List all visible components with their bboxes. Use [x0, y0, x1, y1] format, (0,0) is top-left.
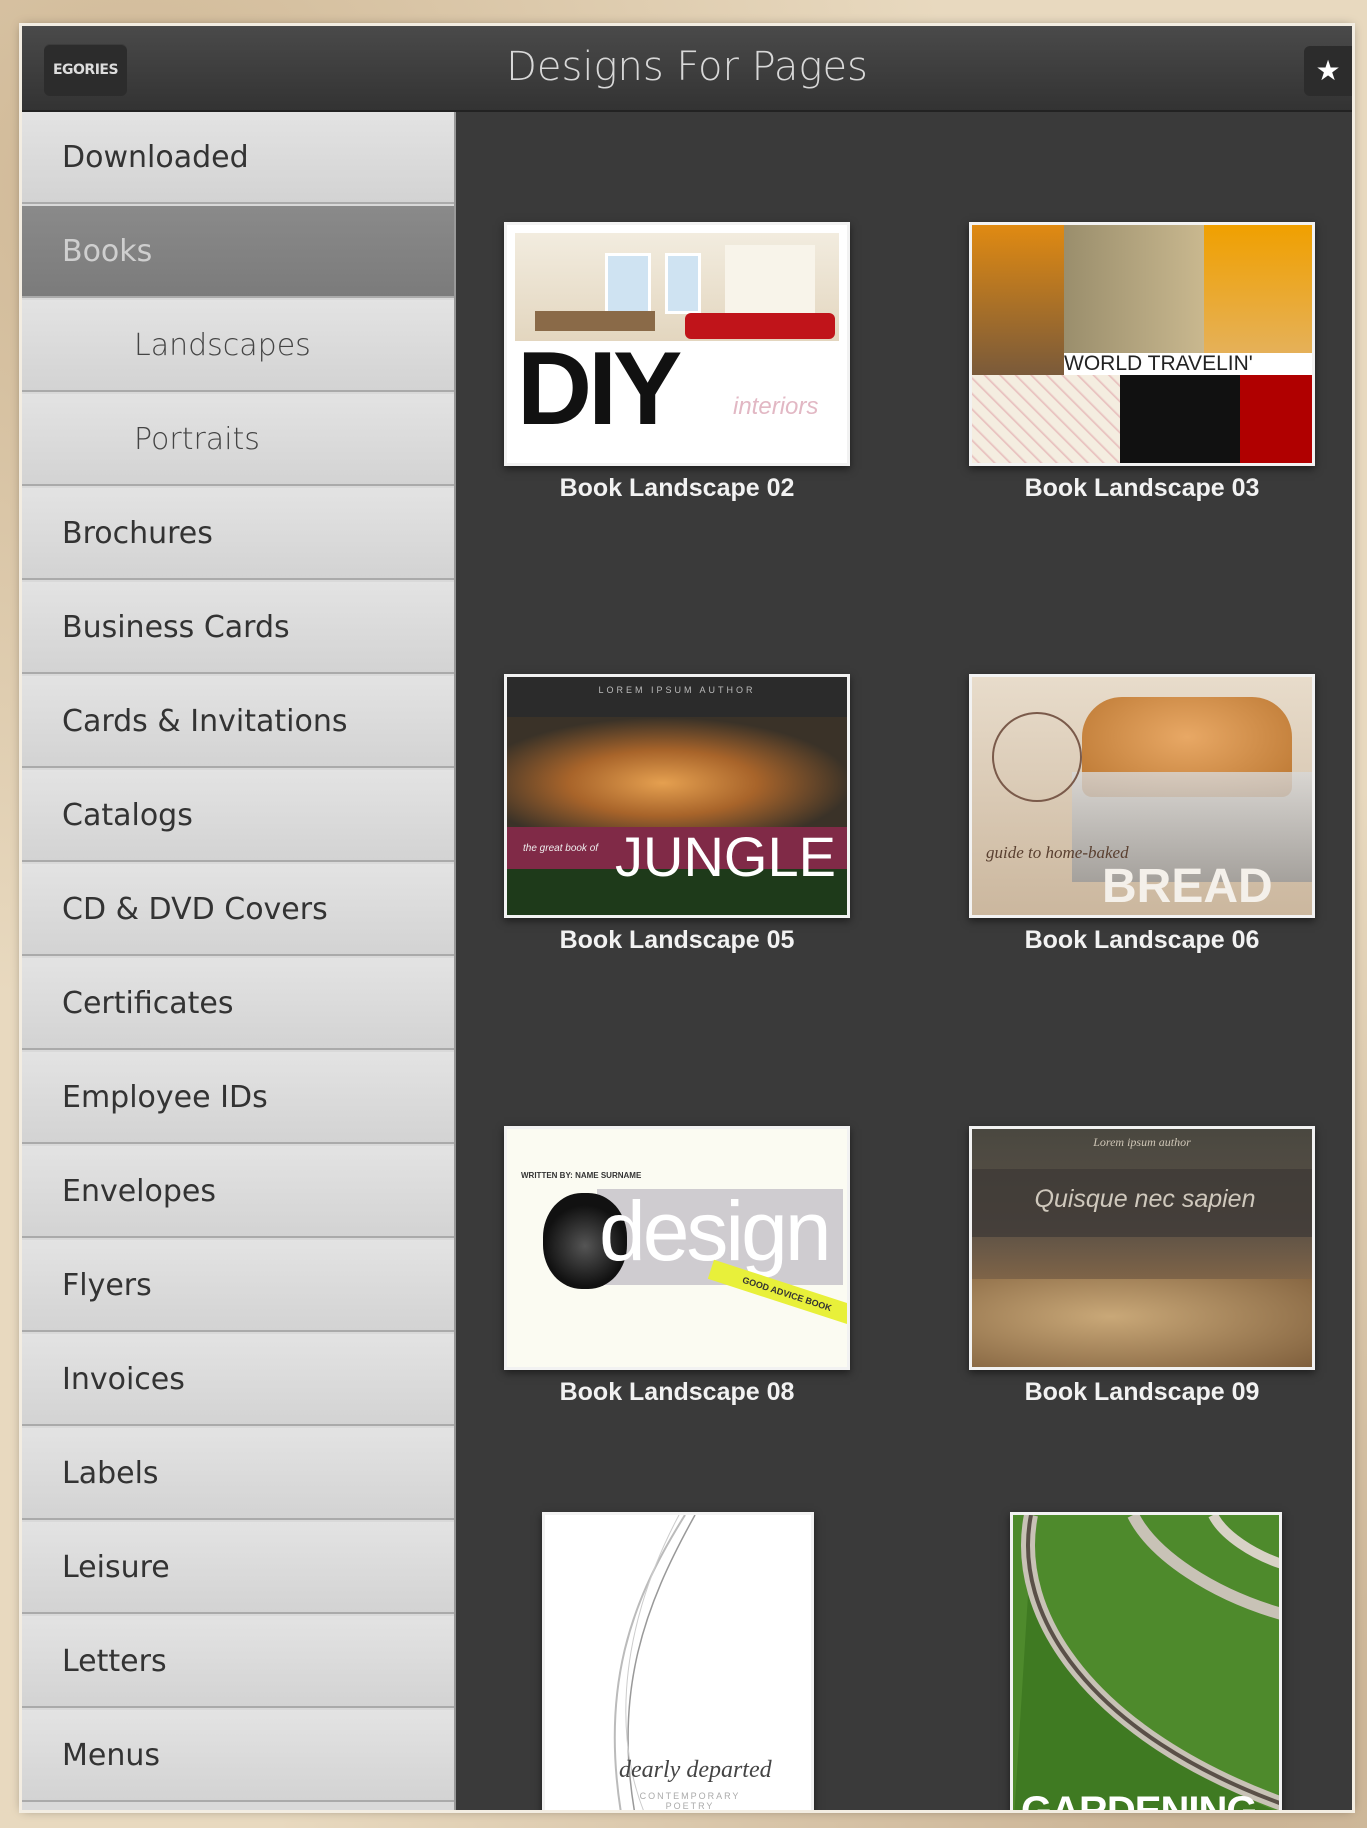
- cover-author: WRITTEN BY: NAME SURNAME: [521, 1171, 642, 1180]
- sidebar-item-menus[interactable]: Menus: [22, 1710, 454, 1802]
- cover-title: WORLD TRAVELIN': [1064, 353, 1312, 375]
- sidebar-item-labels[interactable]: Labels: [22, 1428, 454, 1520]
- template-caption: Book Landscape 09: [1024, 1378, 1260, 1406]
- categories-button[interactable]: EGORIES: [44, 44, 127, 96]
- sidebar-item-catalogs[interactable]: Catalogs: [22, 770, 454, 862]
- sidebar-item-landscapes[interactable]: Landscapes: [22, 300, 454, 392]
- sidebar-item-business-cards[interactable]: Business Cards: [22, 582, 454, 674]
- sidebar-item-cards-invitations[interactable]: Cards & Invitations: [22, 676, 454, 768]
- cover-subtitle: interiors: [733, 393, 819, 420]
- sidebar-item-leisure[interactable]: Leisure: [22, 1522, 454, 1614]
- statue-photo: [972, 225, 1064, 375]
- template-tile-landscape-03[interactable]: WORLD TRAVELIN' Book Landscape 03: [969, 222, 1352, 502]
- cover-title: Quisque nec sapien: [1034, 1185, 1256, 1213]
- template-grid: DIY interiors Book Landscape 02 WORLD TR…: [454, 112, 1352, 1810]
- page-title: Designs For Pages: [506, 44, 868, 90]
- template-caption: Book Landscape 02: [559, 474, 795, 502]
- sidebar-item-envelopes[interactable]: Envelopes: [22, 1146, 454, 1238]
- tower-photo: [1204, 225, 1312, 355]
- template-thumbnail[interactable]: dearly departed CONTEMPORARY POETRY: [542, 1512, 814, 1810]
- building-photo: [1064, 225, 1204, 355]
- cover-title: GARDENING: [1021, 1789, 1257, 1810]
- sidebar-item-letters[interactable]: Letters: [22, 1616, 454, 1708]
- navigation-bar: EGORIES Designs For Pages ★: [22, 26, 1352, 112]
- animals-photo: [972, 1279, 1312, 1367]
- template-thumbnail[interactable]: WORLD TRAVELIN': [969, 222, 1315, 466]
- room-photo: [515, 233, 839, 341]
- sidebar-item-downloaded[interactable]: Downloaded: [22, 112, 454, 204]
- template-tile-landscape-06[interactable]: guide to home-baked BREAD Book Landscape…: [969, 674, 1352, 954]
- cover-author: LOREM IPSUM AUTHOR: [598, 685, 756, 695]
- template-caption: Book Landscape 08: [559, 1378, 795, 1406]
- template-caption: Book Landscape 06: [1024, 926, 1260, 954]
- sidebar-item-portraits[interactable]: Portraits: [22, 394, 454, 486]
- template-thumbnail[interactable]: DIY interiors: [504, 222, 850, 466]
- sidebar-item-employee-ids[interactable]: Employee IDs: [22, 1052, 454, 1144]
- cover-author: Lorem ipsum author: [1093, 1135, 1191, 1149]
- sidebar-item-brochures[interactable]: Brochures: [22, 488, 454, 580]
- badge-circle: [992, 712, 1082, 802]
- template-caption: Book Landscape 05: [559, 926, 795, 954]
- cover-title: dearly departed: [619, 1757, 772, 1783]
- cover-title: BREAD: [1102, 860, 1273, 913]
- cover-title: JUNGLE: [615, 825, 836, 888]
- garden-photo: [1013, 1515, 1279, 1810]
- cover-subtitle: CONTEMPORARY POETRY: [639, 1791, 741, 1810]
- map-photo: [972, 375, 1120, 463]
- sidebar-item-certificates[interactable]: Certificates: [22, 958, 454, 1050]
- sidebar-item-books[interactable]: Books: [22, 206, 454, 298]
- sidebar-item-flyers[interactable]: Flyers: [22, 1240, 454, 1332]
- template-thumbnail[interactable]: WRITTEN BY: NAME SURNAME design GOOD ADV…: [504, 1126, 850, 1370]
- template-tile-portrait-01[interactable]: dearly departed CONTEMPORARY POETRY: [542, 1512, 814, 1810]
- template-thumbnail[interactable]: GARDENING: [1010, 1512, 1282, 1810]
- template-tile-portrait-02[interactable]: GARDENING: [1010, 1512, 1282, 1810]
- sidebar-item-invoices[interactable]: Invoices: [22, 1334, 454, 1426]
- category-sidebar: Downloaded Books Landscapes Portraits Br…: [22, 112, 456, 1810]
- sidebar-item-cd-dvd-covers[interactable]: CD & DVD Covers: [22, 864, 454, 956]
- template-thumbnail[interactable]: guide to home-baked BREAD: [969, 674, 1315, 918]
- tiger-photo: [507, 717, 847, 827]
- cover-subtitle: the great book of: [523, 843, 599, 854]
- template-tile-landscape-09[interactable]: Lorem ipsum author Quisque nec sapien Bo…: [969, 1126, 1352, 1406]
- template-tile-landscape-08[interactable]: WRITTEN BY: NAME SURNAME design GOOD ADV…: [504, 1126, 924, 1406]
- template-tile-landscape-05[interactable]: LOREM IPSUM AUTHOR the great book of JUN…: [504, 674, 924, 954]
- ride-photo: [1120, 375, 1240, 463]
- cover-title: DIY: [517, 331, 682, 447]
- template-tile-landscape-02[interactable]: DIY interiors Book Landscape 02: [504, 222, 924, 502]
- favorites-button[interactable]: ★: [1304, 46, 1352, 96]
- app-screen: EGORIES Designs For Pages ★ Downloaded B…: [22, 26, 1352, 1810]
- star-icon: ★: [1315, 54, 1341, 87]
- template-thumbnail[interactable]: Lorem ipsum author Quisque nec sapien: [969, 1126, 1315, 1370]
- red-block: [1240, 375, 1312, 463]
- template-thumbnail[interactable]: LOREM IPSUM AUTHOR the great book of JUN…: [504, 674, 850, 918]
- template-caption: Book Landscape 03: [1024, 474, 1260, 502]
